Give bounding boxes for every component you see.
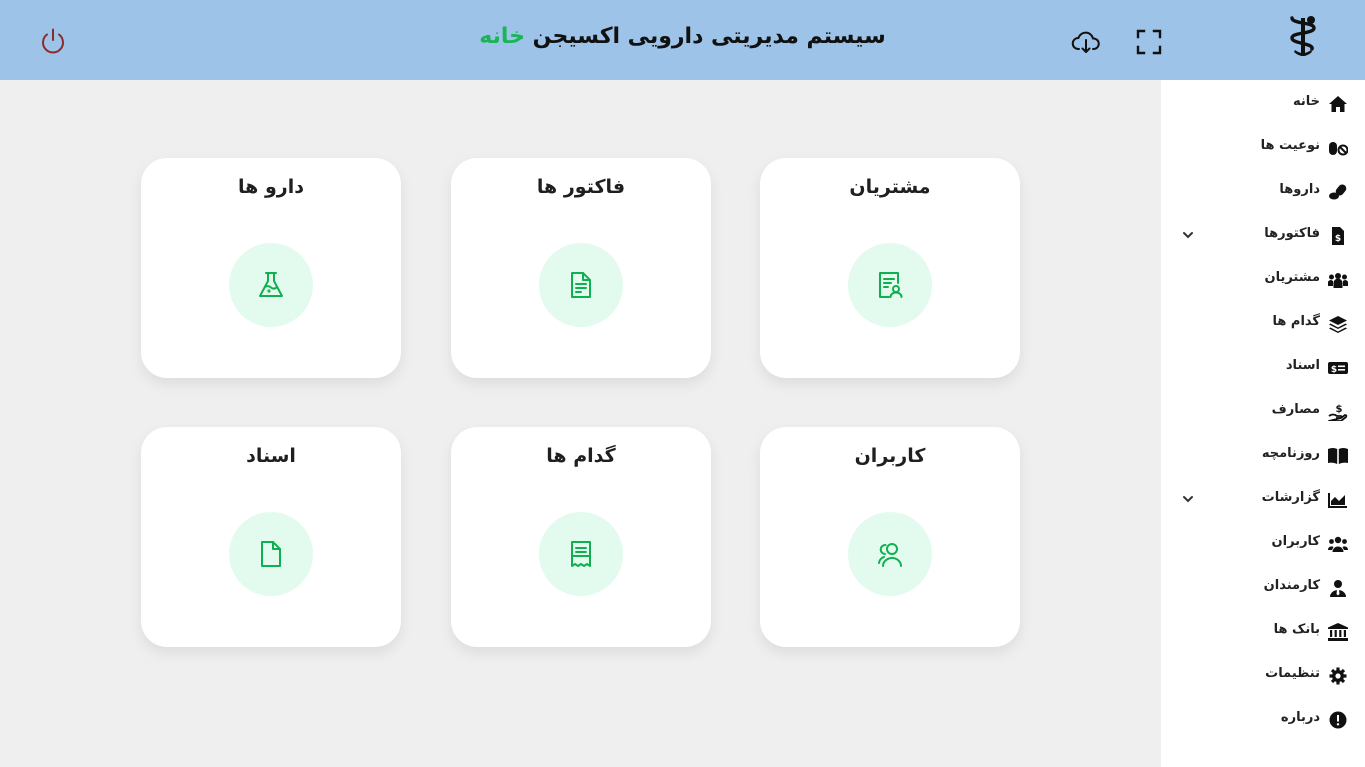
file-icon [261,541,281,567]
sidebar-item-settings[interactable]: تنظیمات [1161,656,1365,696]
sidebar-item-users[interactable]: کاربران [1161,524,1365,564]
card-title: گدام ها [546,445,616,467]
gear-icon [1329,667,1347,685]
sidebar-item-expenses[interactable]: $ مصارف [1161,392,1365,432]
sidebar-item-label: اسناد [1285,358,1320,373]
sidebar-item-label: کارمندان [1263,578,1320,593]
sidebar-item-label: فاکتورها [1264,226,1320,241]
page-title-main: سیستم مدیریتی دارویی اکسیجن [532,24,886,49]
card-icon-circle [229,512,313,596]
sidebar-item-about[interactable]: درباره [1161,700,1365,740]
sidebar-item-journal[interactable]: روزنامچه [1161,436,1365,476]
people-group-icon [1328,273,1348,288]
sidebar-item-customers[interactable]: مشتریان [1161,260,1365,300]
sidebar-item-label: نوعیت ها [1260,138,1320,153]
info-circle-icon [1329,711,1347,729]
hand-holding-dollar-icon: $ [1328,404,1348,421]
sidebar-item-employees[interactable]: کارمندان [1161,568,1365,608]
cloud-download-icon[interactable] [1071,28,1101,56]
document-lines-icon [571,272,591,298]
sidebar-item-medicines[interactable]: داروها [1161,172,1365,212]
book-open-icon [1328,448,1348,464]
receipt-icon [571,541,591,567]
users-icon [1328,536,1348,552]
customer-certificate-icon [879,272,903,298]
bank-icon [1328,623,1348,641]
area-chart-icon [1328,493,1347,508]
top-bar: سیستم مدیریتی دارویی اکسیجن خانه [0,0,1365,80]
page-title: سیستم مدیریتی دارویی اکسیجن خانه [430,24,935,49]
sidebar-item-warehouses[interactable]: گدام ها [1161,304,1365,344]
card-customers[interactable]: مشتریان [760,158,1020,378]
user-tie-icon [1330,580,1346,597]
sidebar-item-documents[interactable]: $ اسناد [1161,348,1365,388]
sidebar-item-label: مشتریان [1264,270,1320,285]
sidebar-item-label: کاربران [1271,534,1320,549]
card-warehouses[interactable]: گدام ها [451,427,711,647]
chevron-down-icon[interactable] [1181,228,1195,242]
sidebar-item-label: داروها [1279,182,1320,197]
card-icon-circle [539,512,623,596]
svg-text:$: $ [1335,234,1341,244]
sidebar-item-label: گدام ها [1272,314,1320,329]
power-icon[interactable] [38,26,68,56]
card-icon-circle [848,243,932,327]
layers-icon [1329,316,1347,333]
users-outline-icon [878,543,902,567]
card-documents[interactable]: اسناد [141,427,401,647]
card-title: اسناد [246,445,296,467]
card-users[interactable]: کاربران [760,427,1020,647]
chevron-down-icon[interactable] [1181,492,1195,506]
sidebar-item-label: تنظیمات [1265,666,1320,681]
sidebar-item-invoices[interactable]: $ فاکتورها [1161,216,1365,256]
capsules-icon [1329,184,1347,200]
page-title-accent: خانه [479,24,525,49]
money-bill-icon: $ [1328,362,1348,375]
sidebar-item-types[interactable]: نوعیت ها [1161,128,1365,168]
pharmacy-logo-icon [1286,14,1320,60]
svg-text:$: $ [1336,404,1343,415]
invoice-dollar-icon: $ [1332,227,1344,245]
card-title: دارو ها [238,176,304,198]
card-title: مشتریان [849,176,931,198]
sidebar-item-label: خانه [1292,94,1320,109]
pills-icon [1329,142,1348,156]
sidebar-item-label: مصارف [1271,402,1320,417]
card-icon-circle [848,512,932,596]
svg-text:$: $ [1331,365,1337,375]
card-title: کاربران [854,445,926,467]
flask-icon [259,272,283,297]
sidebar-item-label: روزنامچه [1261,446,1320,461]
sidebar-item-home[interactable]: خانه [1161,84,1365,124]
sidebar: خانه نوعیت ها داروها $ فاکتورها مشتریان … [1161,80,1365,767]
fullscreen-icon[interactable] [1135,28,1163,56]
sidebar-item-label: درباره [1280,710,1320,725]
card-icon-circle [229,243,313,327]
sidebar-item-label: بانک ها [1273,622,1320,637]
card-icon-circle [539,243,623,327]
home-icon [1329,96,1347,112]
card-medicines[interactable]: دارو ها [141,158,401,378]
sidebar-item-banks[interactable]: بانک ها [1161,612,1365,652]
card-invoices[interactable]: فاکتور ها [451,158,711,378]
sidebar-item-reports[interactable]: گزارشات [1161,480,1365,520]
sidebar-item-label: گزارشات [1261,490,1320,505]
card-title: فاکتور ها [536,176,626,198]
